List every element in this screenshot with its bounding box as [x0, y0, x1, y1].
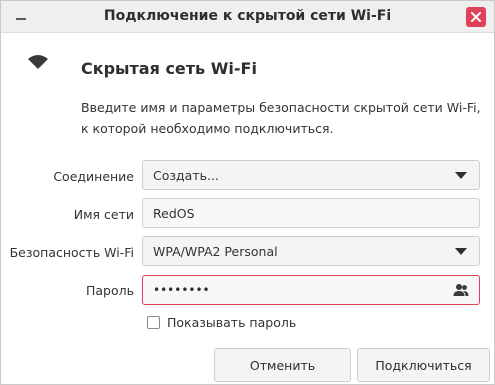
- show-password-row[interactable]: Показывать пароль: [147, 315, 296, 330]
- connection-label: Соединение: [53, 169, 134, 184]
- network-name-field[interactable]: RedOS: [142, 198, 480, 228]
- cancel-button[interactable]: Отменить: [214, 348, 351, 382]
- network-name-value: RedOS: [153, 205, 195, 221]
- people-icon[interactable]: [453, 283, 469, 297]
- show-password-checkbox[interactable]: [147, 316, 160, 329]
- security-value: WPA/WPA2 Personal: [153, 243, 278, 259]
- connection-combo[interactable]: Создать...: [142, 160, 480, 190]
- close-button[interactable]: [466, 7, 486, 27]
- security-label: Безопасность Wi-Fi: [9, 245, 134, 260]
- show-password-label: Показывать пароль: [167, 315, 297, 330]
- window-title: Подключение к скрытой сети Wi-Fi: [103, 8, 392, 24]
- chevron-down-icon: [455, 172, 467, 179]
- password-value: ••••••••: [153, 283, 210, 297]
- dialog-description: Введите имя и параметры безопасности скр…: [81, 100, 481, 136]
- titlebar: Подключение к скрытой сети Wi-Fi: [1, 1, 494, 33]
- network-name-label: Имя сети: [73, 207, 134, 222]
- password-field[interactable]: ••••••••: [142, 275, 480, 305]
- wifi-icon: [28, 55, 48, 69]
- connect-button[interactable]: Подключиться: [357, 348, 490, 382]
- close-icon: [471, 12, 481, 22]
- dialog-window: Подключение к скрытой сети Wi-Fi Скрытая…: [0, 0, 495, 385]
- chevron-down-icon: [455, 248, 467, 255]
- security-combo[interactable]: WPA/WPA2 Personal: [142, 236, 480, 266]
- connection-value: Создать...: [153, 167, 219, 183]
- dialog-heading: Скрытая сеть Wi-Fi: [81, 59, 257, 78]
- password-label: Пароль: [86, 283, 134, 298]
